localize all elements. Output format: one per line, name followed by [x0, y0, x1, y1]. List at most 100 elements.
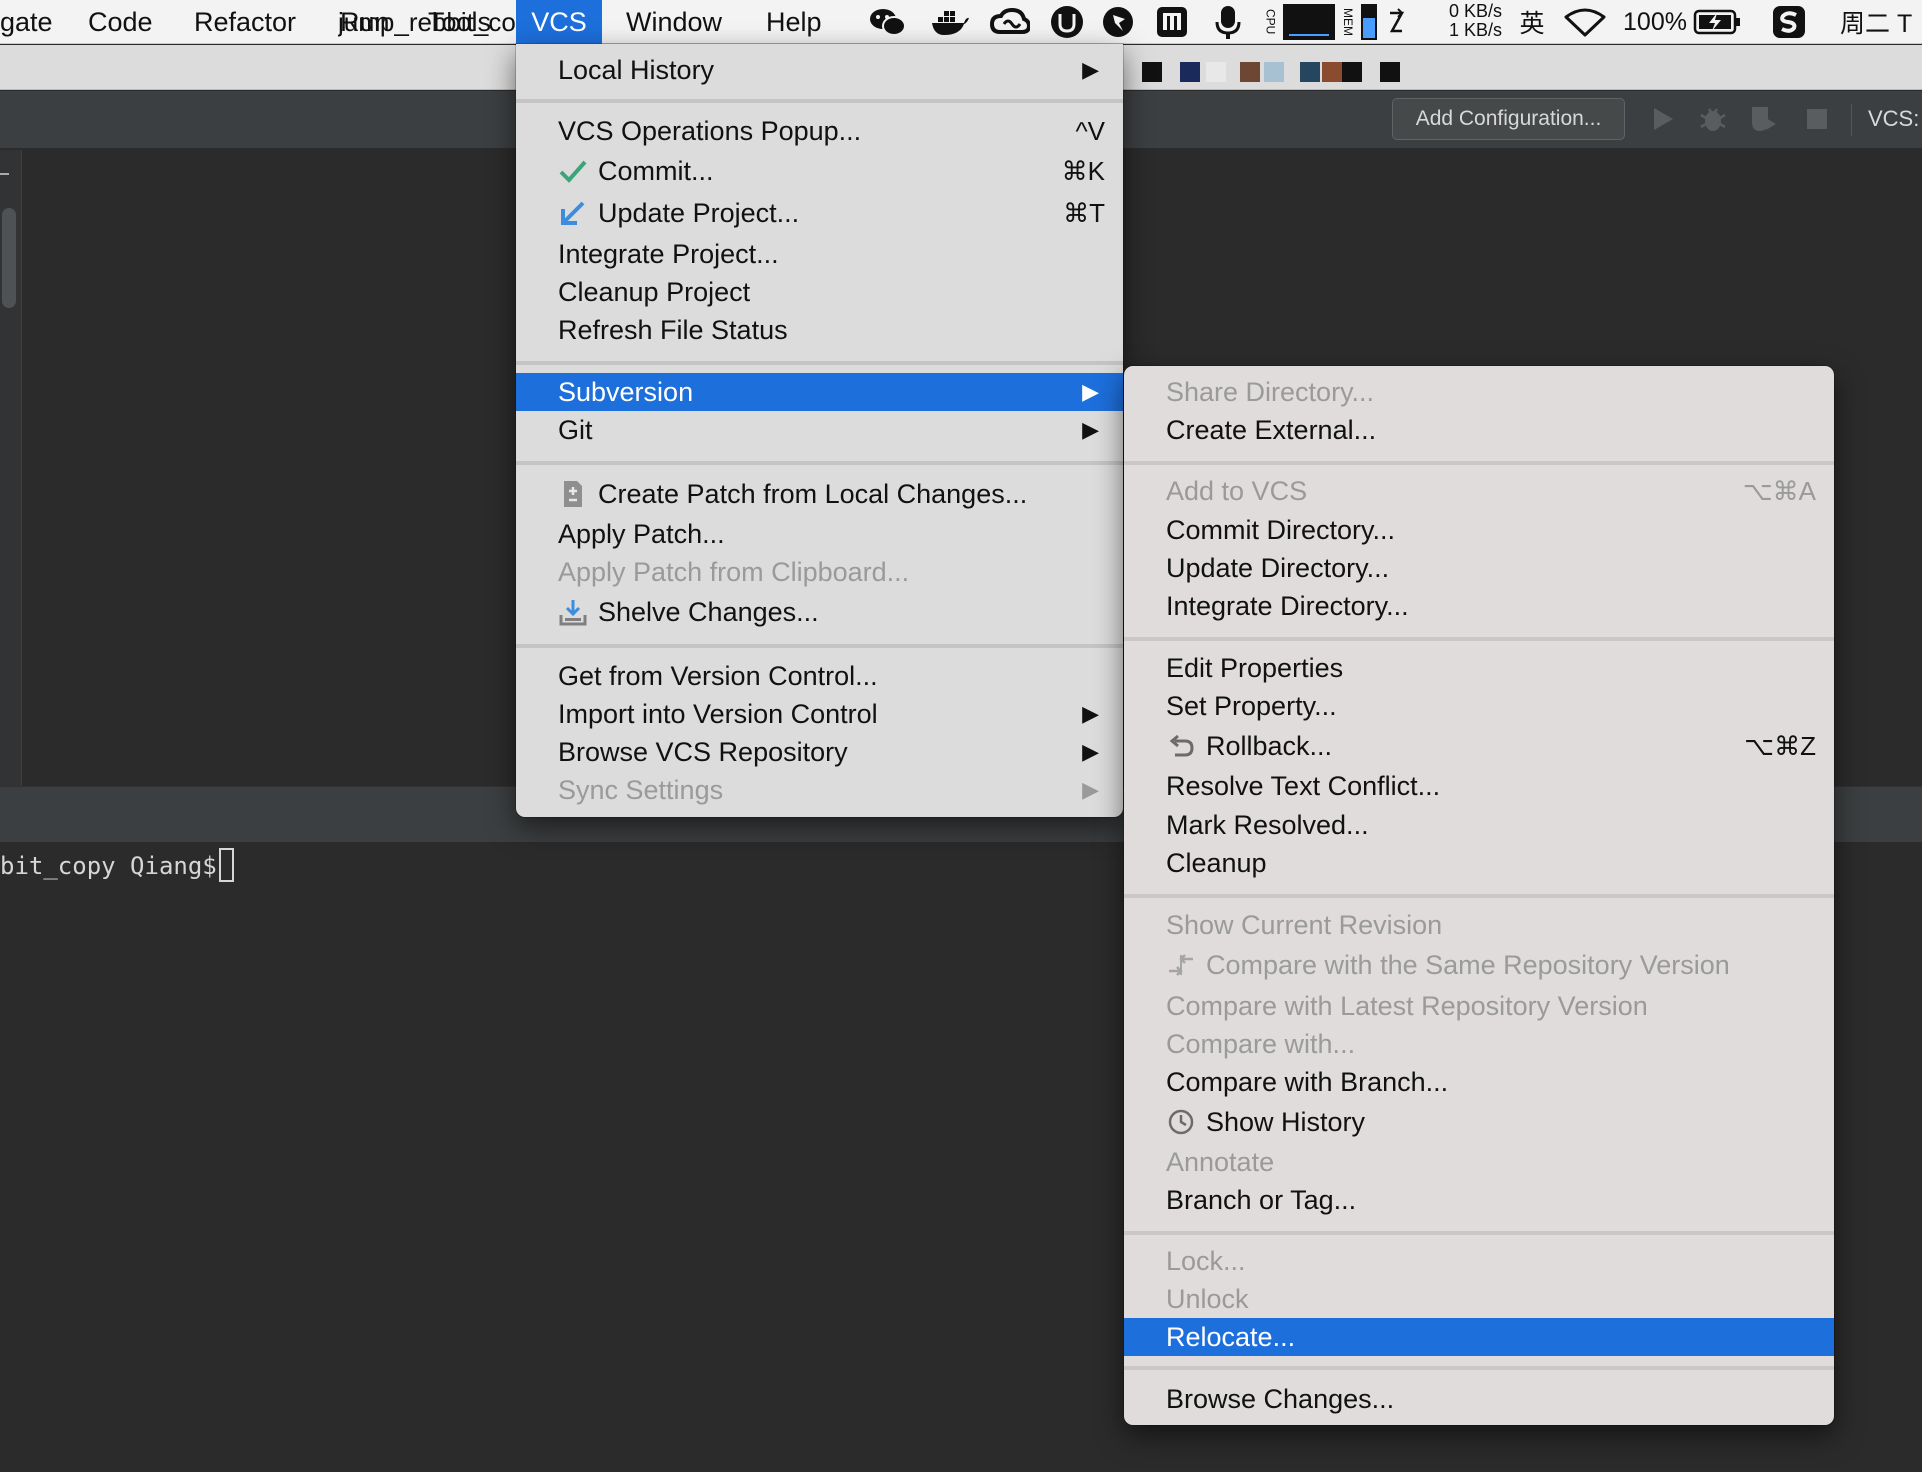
fold-marker[interactable]: [0, 173, 9, 175]
cpu-meter-icon[interactable]: [1282, 0, 1336, 44]
menu-item-label: Integrate Project...: [558, 239, 779, 269]
menu-item-compare-latest-repository-version[interactable]: Compare with Latest Repository Version: [1124, 987, 1834, 1025]
menu-item-import-into-version-control[interactable]: Import into Version Control ▶: [516, 695, 1123, 733]
menu-item-unlock[interactable]: Unlock: [1124, 1280, 1834, 1318]
menu-bar-clock[interactable]: 周二 T: [1840, 0, 1922, 44]
menu-item-mark-resolved[interactable]: Mark Resolved...: [1124, 806, 1834, 844]
menu-item-update-project[interactable]: Update Project... ⌘T: [516, 194, 1123, 232]
menu-item-sync-settings[interactable]: Sync Settings ▶: [516, 771, 1123, 809]
menu-item-show-current-revision[interactable]: Show Current Revision: [1124, 906, 1834, 944]
menu-item-integrate-directory[interactable]: Integrate Directory...: [1124, 587, 1834, 625]
editor-scrollbar[interactable]: [2, 208, 16, 308]
menu-item-label: Relocate...: [1166, 1322, 1296, 1352]
menu-item-label: Create Patch from Local Changes...: [598, 479, 1028, 509]
menu-item-compare-with[interactable]: Compare with...: [1124, 1025, 1834, 1063]
menu-item-vcs-operations-popup[interactable]: VCS Operations Popup... ^V: [516, 112, 1123, 150]
submenu-arrow-icon: ▶: [1082, 777, 1099, 802]
network-speed: 0 KB/s 1 KB/s: [1436, 2, 1502, 40]
color-swatch: [1264, 62, 1284, 82]
menu-item-relocate[interactable]: Relocate...: [1124, 1318, 1834, 1356]
menu-item-browse-changes[interactable]: Browse Changes...: [1124, 1380, 1834, 1418]
sogou-icon[interactable]: [1770, 0, 1808, 44]
menu-item-compare-same-repository-version[interactable]: Compare with the Same Repository Version: [1124, 946, 1834, 984]
menu-separator: [516, 644, 1123, 648]
menu-item-commit-directory[interactable]: Commit Directory...: [1124, 511, 1834, 549]
menu-item-cleanup-project[interactable]: Cleanup Project: [516, 273, 1123, 311]
add-configuration-button[interactable]: Add Configuration...: [1392, 98, 1625, 140]
vcs-toolbar-label: VCS:: [1868, 106, 1920, 131]
menu-item-label: Compare with Branch...: [1166, 1067, 1449, 1097]
menu-item-label: Compare with...: [1166, 1029, 1356, 1059]
menu-separator: [1124, 637, 1834, 641]
color-swatch: [1342, 62, 1362, 82]
menu-item-cleanup[interactable]: Cleanup: [1124, 844, 1834, 882]
menu-item-integrate-project[interactable]: Integrate Project...: [516, 235, 1123, 273]
menu-help[interactable]: Help: [766, 0, 822, 44]
compare-arrows-icon: [1166, 946, 1196, 984]
submenu-arrow-icon: ▶: [1082, 417, 1099, 442]
wechat-icon[interactable]: [866, 0, 910, 44]
menu-item-label: Show History: [1206, 1107, 1366, 1137]
coverage-icon[interactable]: [1746, 102, 1780, 136]
menu-item-update-directory[interactable]: Update Directory...: [1124, 549, 1834, 587]
wifi-icon[interactable]: [1562, 0, 1608, 44]
istat-icon[interactable]: [1152, 0, 1192, 44]
menu-item-commit[interactable]: Commit... ⌘K: [516, 152, 1123, 190]
menu-item-lock[interactable]: Lock...: [1124, 1242, 1834, 1280]
input-method-indicator[interactable]: 英: [1514, 0, 1550, 44]
pin-icon[interactable]: [1098, 0, 1138, 44]
menu-item-set-property[interactable]: Set Property...: [1124, 687, 1834, 725]
rollback-icon: [1166, 727, 1196, 765]
menu-item-label: Compare with Latest Repository Version: [1166, 991, 1648, 1021]
menu-code[interactable]: Code: [88, 0, 153, 44]
color-swatch: [1240, 62, 1260, 82]
menu-item-annotate[interactable]: Annotate: [1124, 1143, 1834, 1181]
submenu-arrow-icon: ▶: [1082, 701, 1099, 726]
menu-item-shortcut: ⌥⌘A: [1742, 476, 1816, 506]
menu-item-get-from-version-control[interactable]: Get from Version Control...: [516, 657, 1123, 695]
battery-icon[interactable]: [1692, 0, 1744, 44]
menu-item-compare-with-branch[interactable]: Compare with Branch...: [1124, 1063, 1834, 1101]
menu-window[interactable]: Window: [626, 0, 722, 44]
checkmark-icon: [558, 152, 588, 190]
menu-item-local-history[interactable]: Local History ▶: [516, 51, 1123, 89]
run-icon[interactable]: [1646, 102, 1680, 136]
menu-item-label: Sync Settings: [558, 775, 724, 805]
menu-item-share-directory[interactable]: Share Directory...: [1124, 373, 1834, 411]
menu-item-show-history[interactable]: Show History: [1124, 1103, 1834, 1141]
menu-item-label: Subversion: [558, 377, 694, 407]
menu-item-create-external[interactable]: Create External...: [1124, 411, 1834, 449]
menu-item-git[interactable]: Git ▶: [516, 411, 1123, 449]
menu-item-label: Mark Resolved...: [1166, 810, 1369, 840]
menu-item-shelve-changes[interactable]: Shelve Changes...: [516, 593, 1123, 631]
menu-item-add-to-vcs[interactable]: Add to VCS ⌥⌘A: [1124, 472, 1834, 510]
menu-item-edit-properties[interactable]: Edit Properties: [1124, 649, 1834, 687]
sync-icon[interactable]: [1384, 0, 1408, 44]
menu-navigate[interactable]: gate: [0, 0, 53, 44]
creative-cloud-icon[interactable]: [988, 0, 1032, 44]
submenu-arrow-icon: ▶: [1082, 57, 1099, 82]
menu-item-label: Shelve Changes...: [598, 597, 819, 627]
docker-icon[interactable]: [928, 0, 972, 44]
menu-item-rollback[interactable]: Rollback... ⌥⌘Z: [1124, 727, 1834, 765]
menu-refactor[interactable]: Refactor: [194, 0, 296, 44]
debug-icon[interactable]: [1696, 102, 1730, 136]
menu-separator: [1124, 894, 1834, 898]
mem-meter-icon[interactable]: [1360, 0, 1378, 44]
project-tab-title[interactable]: jump_rebbit_co: [338, 0, 518, 45]
menu-item-apply-patch[interactable]: Apply Patch...: [516, 515, 1123, 553]
menu-item-create-patch[interactable]: Create Patch from Local Changes...: [516, 475, 1123, 513]
menu-separator: [1124, 461, 1834, 465]
menu-item-refresh-file-status[interactable]: Refresh File Status: [516, 311, 1123, 349]
microphone-icon[interactable]: [1208, 0, 1248, 44]
menu-item-branch-or-tag[interactable]: Branch or Tag...: [1124, 1181, 1834, 1219]
menu-item-subversion[interactable]: Subversion ▶: [516, 373, 1123, 411]
stop-icon[interactable]: [1800, 102, 1834, 136]
menu-item-apply-patch-from-clipboard[interactable]: Apply Patch from Clipboard...: [516, 553, 1123, 591]
menu-item-resolve-text-conflict[interactable]: Resolve Text Conflict...: [1124, 767, 1834, 805]
menu-item-browse-vcs-repository[interactable]: Browse VCS Repository ▶: [516, 733, 1123, 771]
menu-vcs[interactable]: VCS: [516, 0, 602, 44]
menu-item-label: Unlock: [1166, 1284, 1249, 1314]
shield-icon[interactable]: [1046, 0, 1088, 44]
menu-item-label: Browse Changes...: [1166, 1384, 1395, 1414]
